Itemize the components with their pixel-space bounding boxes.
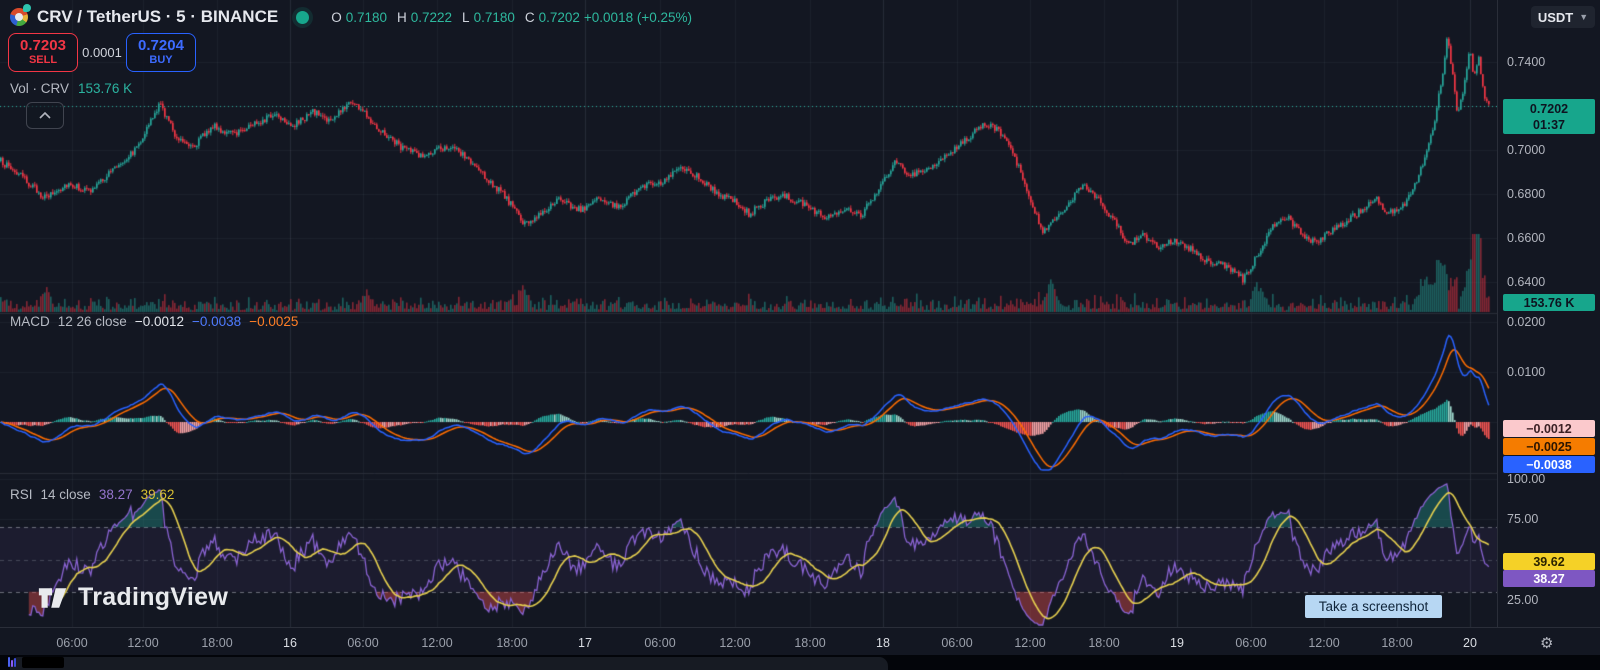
time-axis-tick: 06:00 xyxy=(941,636,972,650)
close-label: C xyxy=(525,10,535,25)
price-axis-tick: 0.0100 xyxy=(1507,365,1545,379)
rsi-params: 14 close xyxy=(41,487,91,502)
buy-button[interactable]: 0.7204 BUY xyxy=(126,33,196,72)
take-screenshot-button[interactable]: Take a screenshot xyxy=(1305,595,1442,618)
rsi-value-badge: 38.27 xyxy=(1503,570,1595,587)
macd-params: 12 26 close xyxy=(58,314,127,329)
trade-panel: 0.7203 SELL 0.0001 0.7204 BUY xyxy=(8,33,196,72)
price-axis-tick: 0.7400 xyxy=(1507,55,1545,69)
open-value: 0.7180 xyxy=(346,10,387,25)
time-axis-tick: 18:00 xyxy=(201,636,232,650)
time-axis-tick: 18:00 xyxy=(1381,636,1412,650)
bottom-scrollbar[interactable] xyxy=(10,657,888,670)
symbol-title[interactable]: CRV / TetherUS · 5 · BINANCE xyxy=(37,7,278,27)
time-axis-tick: 12:00 xyxy=(719,636,750,650)
time-axis-tick: 16 xyxy=(283,636,297,650)
high-label: H xyxy=(397,10,407,25)
volume-badge: 153.76 K xyxy=(1503,294,1595,311)
price-axis-tick: 0.6600 xyxy=(1507,231,1545,245)
macd-title: MACD xyxy=(10,314,50,329)
price-axis-tick: 0.7000 xyxy=(1507,143,1545,157)
rsi-legend[interactable]: RSI 14 close 38.27 39.62 xyxy=(10,487,174,502)
tradingview-logo[interactable]: TradingView xyxy=(38,583,228,612)
rsi-ma-badge: 39.62 xyxy=(1503,553,1595,570)
bottom-black-box xyxy=(22,657,64,668)
mini-waveform-icon xyxy=(8,657,16,667)
chevron-up-icon xyxy=(39,112,51,119)
current-price-badge: 0.720201:37 xyxy=(1503,99,1595,134)
time-axis-tick: 12:00 xyxy=(127,636,158,650)
macd-hist-value: −0.0012 xyxy=(135,314,184,329)
rsi-value: 38.27 xyxy=(99,487,133,502)
rsi-ma-value: 39.62 xyxy=(141,487,175,502)
ohlc-values: O 0.7180 H 0.7222 L 0.7180 C 0.7202 +0.0018 … xyxy=(325,10,692,25)
time-axis-tick: 06:00 xyxy=(56,636,87,650)
collapse-pane-button[interactable] xyxy=(26,102,64,129)
bottom-edge-strip xyxy=(0,655,1600,670)
time-axis-tick: 12:00 xyxy=(1014,636,1045,650)
macd-line-value: −0.0038 xyxy=(192,314,241,329)
macd-line-badge: −0.0038 xyxy=(1503,456,1595,473)
open-label: O xyxy=(331,10,342,25)
price-axis-tick: 25.00 xyxy=(1507,593,1538,607)
gear-icon[interactable]: ⚙ xyxy=(1540,634,1553,652)
time-axis-tick: 17 xyxy=(578,636,592,650)
change-value: +0.0018 (+0.25%) xyxy=(584,10,692,25)
volume-value: 153.76 K xyxy=(78,81,132,96)
price-axis-tick: 0.0200 xyxy=(1507,315,1545,329)
time-axis-tick: 20 xyxy=(1463,636,1477,650)
currency-unit-button[interactable]: USDT ▼ xyxy=(1531,6,1595,28)
low-value: 0.7180 xyxy=(474,10,515,25)
buy-price: 0.7204 xyxy=(138,38,184,54)
chevron-down-icon: ▼ xyxy=(1579,12,1588,22)
macd-signal-badge: −0.0025 xyxy=(1503,438,1595,455)
volume-legend[interactable]: Vol · CRV 153.76 K xyxy=(10,81,132,96)
time-axis-tick: 12:00 xyxy=(1308,636,1339,650)
sell-price: 0.7203 xyxy=(20,38,66,54)
time-axis-tick: 18:00 xyxy=(496,636,527,650)
crv-logo-icon xyxy=(10,8,28,26)
buy-label: BUY xyxy=(149,55,172,67)
tradingview-logo-icon xyxy=(38,586,68,610)
price-axis-tick: 100.00 xyxy=(1507,472,1545,486)
spread-value: 0.0001 xyxy=(78,45,126,60)
high-value: 0.7222 xyxy=(411,10,452,25)
price-axis-tick: 0.6400 xyxy=(1507,275,1545,289)
time-axis[interactable]: ⚙ 06:00 12:00 18:00 16 06:00 12:00 18:00 17 06:0… xyxy=(0,627,1600,655)
volume-label: Vol · CRV xyxy=(10,81,69,96)
tradingview-chart-window: CRV / TetherUS · 5 · BINANCE O 0.7180 H 0.… xyxy=(0,0,1600,670)
macd-signal-value: −0.0025 xyxy=(249,314,298,329)
price-axis-tick: 0.6800 xyxy=(1507,187,1545,201)
rsi-title: RSI xyxy=(10,487,33,502)
close-value: 0.7202 xyxy=(539,10,580,25)
chart-header: CRV / TetherUS · 5 · BINANCE O 0.7180 H 0.… xyxy=(10,6,692,28)
macd-legend[interactable]: MACD 12 26 close −0.0012 −0.0038 −0.0025 xyxy=(10,314,298,329)
tradingview-logo-text: TradingView xyxy=(78,583,228,612)
time-axis-tick: 06:00 xyxy=(347,636,378,650)
macd-hist-badge: −0.0012 xyxy=(1503,420,1595,437)
sell-button[interactable]: 0.7203 SELL xyxy=(8,33,78,72)
time-axis-tick: 18 xyxy=(876,636,890,650)
low-label: L xyxy=(462,10,470,25)
sell-label: SELL xyxy=(29,55,57,67)
time-axis-tick: 12:00 xyxy=(421,636,452,650)
time-axis-tick: 06:00 xyxy=(644,636,675,650)
price-axis-tick: 75.00 xyxy=(1507,512,1538,526)
market-status-icon[interactable] xyxy=(296,11,309,24)
time-axis-tick: 06:00 xyxy=(1235,636,1266,650)
time-axis-tick: 18:00 xyxy=(794,636,825,650)
price-axis[interactable]: 0.74000.72000.70000.68000.66000.64000.02… xyxy=(1497,0,1600,655)
currency-unit-label: USDT xyxy=(1538,10,1573,25)
time-axis-tick: 19 xyxy=(1170,636,1184,650)
time-axis-tick: 18:00 xyxy=(1088,636,1119,650)
